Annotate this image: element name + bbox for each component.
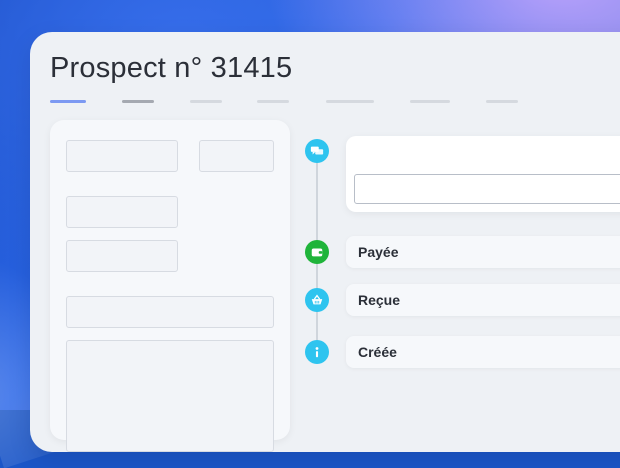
prospect-form-card	[50, 120, 290, 452]
tab-5[interactable]	[326, 100, 374, 103]
tab-4[interactable]	[257, 100, 289, 103]
timeline-row-received[interactable]: Reçue	[346, 284, 620, 316]
form-field-4[interactable]	[66, 240, 178, 272]
comment-input[interactable]	[354, 174, 620, 204]
timeline-row-paid[interactable]: Payée	[346, 236, 620, 268]
tab-7[interactable]	[486, 100, 518, 103]
tab-bar	[50, 100, 570, 104]
chat-icon-glyph	[310, 146, 324, 155]
form-field-2[interactable]	[199, 140, 274, 172]
tab-3[interactable]	[190, 100, 222, 103]
basket-icon-glyph	[311, 294, 323, 305]
info-icon-glyph	[315, 347, 319, 358]
tab-2[interactable]	[122, 100, 154, 103]
wallet-icon	[305, 240, 329, 264]
timeline-row-created[interactable]: Créée	[346, 336, 620, 368]
form-field-5[interactable]	[66, 296, 274, 328]
timeline-label-created: Créée	[358, 344, 397, 360]
basket-icon	[305, 288, 329, 312]
timeline-label-received: Reçue	[358, 292, 401, 308]
page-title: Prospect n° 31415	[50, 52, 293, 84]
wallet-icon-glyph	[311, 248, 323, 257]
form-field-1[interactable]	[66, 140, 178, 172]
tab-1[interactable]	[50, 100, 86, 103]
chat-icon	[305, 139, 329, 163]
info-icon	[305, 340, 329, 364]
form-field-3[interactable]	[66, 196, 178, 228]
prospect-window: Prospect n° 31415 Payée Reçue Créée	[30, 32, 620, 452]
timeline-label-paid: Payée	[358, 244, 399, 260]
form-textarea[interactable]	[66, 340, 274, 452]
tab-6[interactable]	[410, 100, 450, 103]
